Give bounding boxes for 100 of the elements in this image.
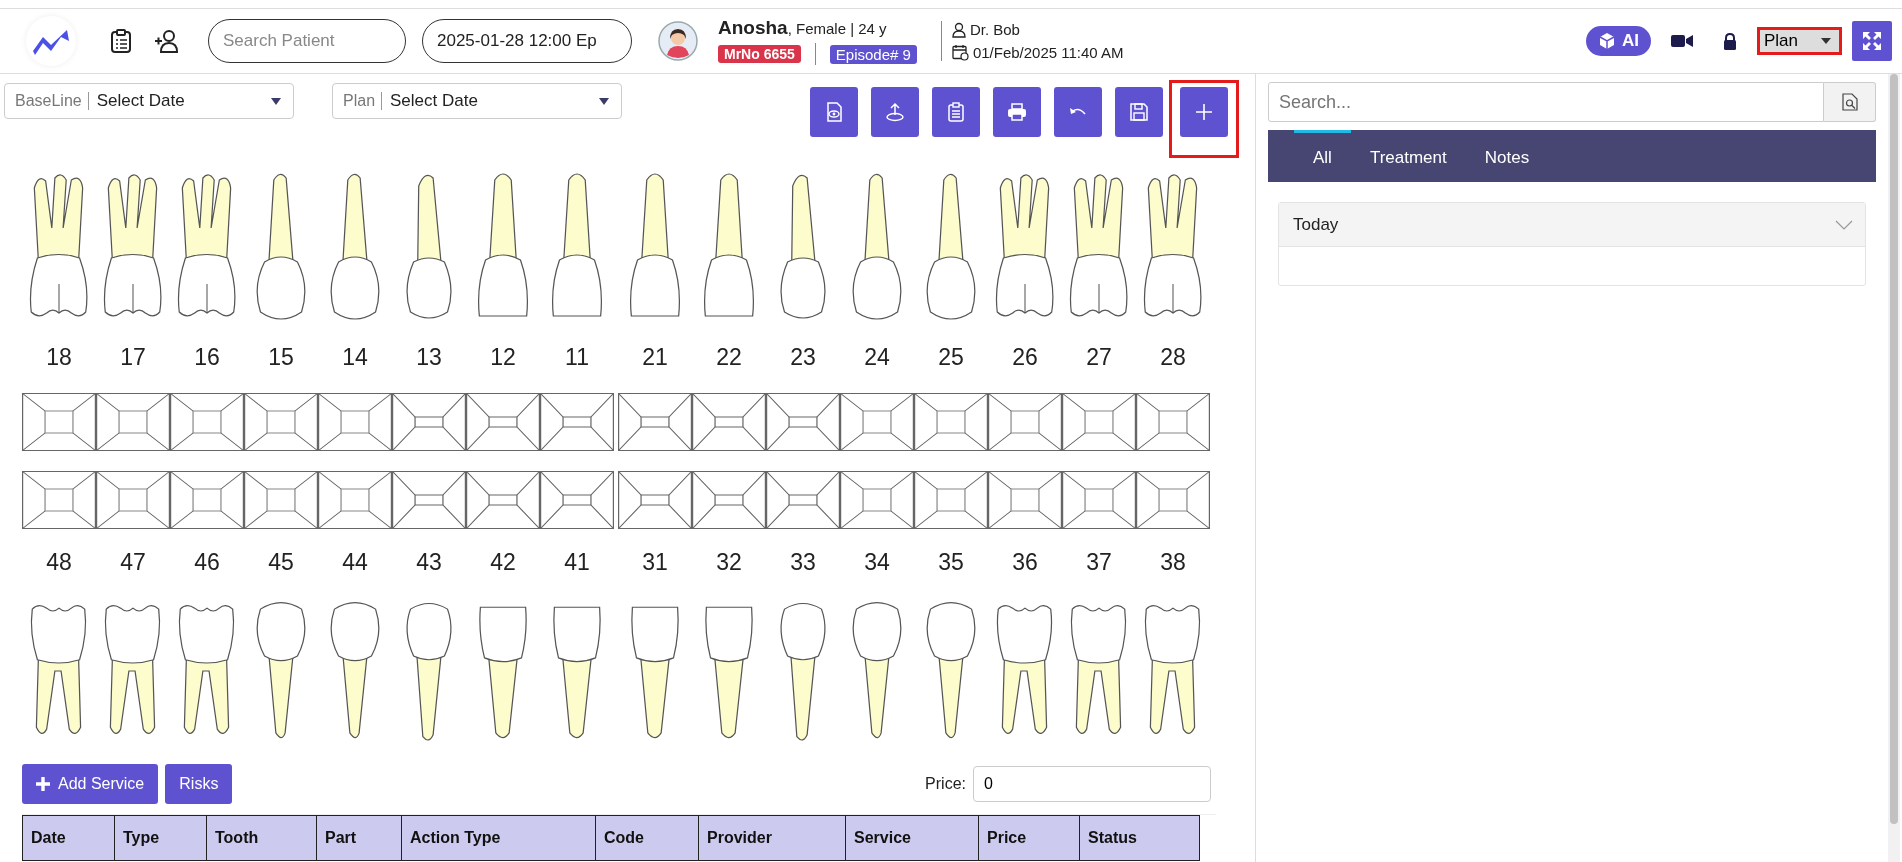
tooth-surface-diagram[interactable] [766, 393, 840, 451]
print-button[interactable] [993, 87, 1041, 137]
tooth-surface-diagram[interactable] [170, 393, 244, 451]
action-button[interactable]: Risks [165, 764, 233, 804]
tooth-number: 14 [341, 344, 369, 371]
ai-button[interactable]: AI [1586, 26, 1651, 56]
tooth-surface-diagram[interactable] [840, 393, 914, 451]
episode-badge: Episode# 9 [829, 44, 917, 64]
tooth-surface-diagram[interactable] [988, 393, 1062, 451]
tooth-number: 37 [1085, 549, 1113, 576]
patient-details: , Female | 24 y [787, 20, 887, 37]
date-select[interactable]: Plan Select Date [332, 83, 622, 119]
price-field[interactable]: 0 [973, 766, 1211, 802]
tooth-surface-diagram[interactable] [766, 471, 840, 529]
tooth-surface-diagram[interactable] [466, 393, 540, 451]
clipboard-button[interactable] [932, 87, 980, 137]
fullscreen-button[interactable] [1852, 21, 1892, 61]
tooth-number: 45 [267, 549, 295, 576]
tooth-surface-diagram[interactable] [392, 393, 466, 451]
preview-button[interactable] [810, 87, 858, 137]
tooth-number: 25 [937, 344, 965, 371]
scrollbar[interactable] [1888, 74, 1900, 862]
tooth-number: 18 [45, 344, 73, 371]
tooth-surface-diagram[interactable] [96, 471, 170, 529]
tab[interactable]: Notes [1465, 130, 1549, 182]
tooth-surface-diagram[interactable] [692, 471, 766, 529]
tooth-number: 28 [1159, 344, 1187, 371]
tooth-surface-diagram[interactable] [540, 393, 614, 451]
tooth-surface-diagram[interactable] [618, 471, 692, 529]
tooth-number: 24 [863, 344, 891, 371]
tooth-number: 15 [267, 344, 295, 371]
tooth-number: 33 [789, 549, 817, 576]
search-field[interactable]: Search... [1268, 82, 1824, 122]
tooth-number: 34 [863, 549, 891, 576]
search-button[interactable] [1824, 82, 1876, 122]
column-header: Provider [699, 816, 846, 860]
tooth-surface-diagram[interactable] [914, 393, 988, 451]
tooth-surface-diagram[interactable] [170, 471, 244, 529]
tooth-surface-diagram[interactable] [1136, 471, 1210, 529]
tooth-number: 27 [1085, 344, 1113, 371]
add-button[interactable] [1180, 87, 1228, 137]
patient-name: Anosha [718, 17, 788, 38]
tooth-number: 42 [489, 549, 517, 576]
tooth-number: 36 [1011, 549, 1039, 576]
caret-icon [1821, 38, 1831, 44]
lock-icon[interactable] [1723, 32, 1737, 50]
tooth-surface-diagram[interactable] [22, 393, 96, 451]
tooth-surface-diagram[interactable] [618, 393, 692, 451]
add-user-icon[interactable] [154, 29, 180, 53]
tooth-number: 35 [937, 549, 965, 576]
tooth-number: 43 [415, 549, 443, 576]
add-service-button[interactable]: Add Service [22, 764, 159, 804]
calendar-icon [951, 44, 969, 61]
section-title: Today [1293, 214, 1339, 235]
tooth-surface-diagram[interactable] [244, 393, 318, 451]
tooth-surface-diagram[interactable] [318, 471, 392, 529]
tooth-surface-diagram[interactable] [392, 471, 466, 529]
date-select[interactable]: BaseLine Select Date [4, 83, 294, 119]
tooth-number: 12 [489, 344, 517, 371]
tooth-surface-diagram[interactable] [1062, 393, 1136, 451]
save-button[interactable] [1115, 87, 1163, 137]
tooth-surface-diagram[interactable] [1136, 393, 1210, 451]
plus-icon [1194, 102, 1214, 122]
chevron-down-icon [1835, 219, 1853, 230]
document-search-icon [1841, 93, 1858, 111]
upload-button[interactable] [871, 87, 919, 137]
caret-icon [271, 97, 281, 105]
column-header: Service [846, 816, 979, 860]
tooth-number: 21 [641, 344, 669, 371]
tooth-surface-diagram[interactable] [914, 471, 988, 529]
tab[interactable]: Treatment [1350, 130, 1466, 182]
column-header: Tooth [207, 816, 317, 860]
tooth-surface-diagram[interactable] [466, 471, 540, 529]
tooth-number: 44 [341, 549, 369, 576]
tooth-surface-diagram[interactable] [244, 471, 318, 529]
column-header: Part [317, 816, 402, 860]
clipboard-icon[interactable] [110, 29, 132, 53]
tooth-surface-diagram[interactable] [540, 471, 614, 529]
tooth-surface-diagram[interactable] [22, 471, 96, 529]
tooth-surface-diagram[interactable] [840, 471, 914, 529]
eye-document-icon [824, 102, 844, 122]
tooth-number: 11 [564, 344, 590, 371]
doctor-name: Dr. Bob [969, 21, 1020, 38]
column-header: Date [23, 816, 115, 860]
tooth-surface-diagram[interactable] [318, 393, 392, 451]
tooth-surface-diagram[interactable] [1062, 471, 1136, 529]
episode-field[interactable]: 2025-01-28 12:00 Ep [422, 19, 632, 63]
mode-dropdown[interactable]: Plan [1757, 27, 1842, 55]
tab[interactable]: All [1294, 130, 1351, 182]
tooth-number: 22 [715, 344, 743, 371]
column-header: Status [1087, 828, 1138, 848]
tooth-surface-diagram[interactable] [96, 393, 170, 451]
video-camera-icon[interactable] [1671, 34, 1693, 48]
cube-icon [1598, 32, 1616, 50]
tooth-surface-diagram[interactable] [692, 393, 766, 451]
tooth-number: 23 [789, 344, 817, 371]
tooth-surface-diagram[interactable] [988, 471, 1062, 529]
section-header[interactable]: Today [1279, 203, 1865, 247]
patient-search-field[interactable]: Search Patient [208, 19, 406, 63]
tooth-number: 16 [193, 344, 221, 371]
